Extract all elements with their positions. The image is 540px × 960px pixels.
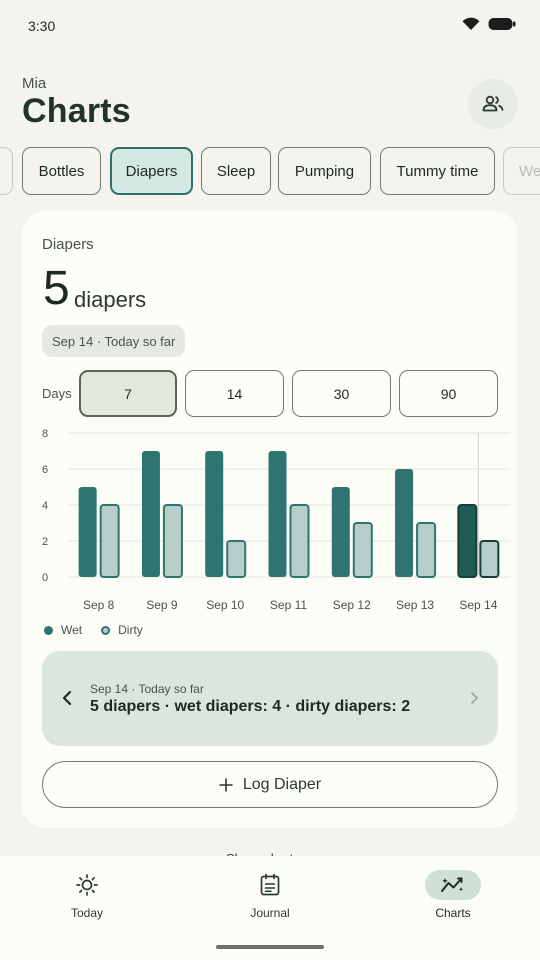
legend-dirty-label: Dirty xyxy=(118,623,143,637)
range-14-button[interactable]: 14 xyxy=(185,370,284,417)
detail-summary: 5 diapers · wet diapers: 4 · dirty diape… xyxy=(90,698,411,715)
people-icon xyxy=(482,95,504,112)
detail-date: Sep 14 · Today so far xyxy=(90,682,204,696)
card-label: Diapers xyxy=(42,236,94,253)
chart-legend: Wet Dirty xyxy=(44,623,143,637)
tab-sleep[interactable]: Sleep xyxy=(201,147,271,195)
nav-charts[interactable]: Charts xyxy=(403,870,503,920)
legend-wet-label: Wet xyxy=(61,623,83,637)
charts-icon xyxy=(425,870,481,900)
bar-dirty xyxy=(352,522,373,578)
x-tick-label: Sep 12 xyxy=(333,598,371,612)
journal-icon xyxy=(242,870,298,900)
profiles-button[interactable] xyxy=(468,79,518,129)
tab-weight[interactable]: We xyxy=(503,147,540,195)
tab-hidden[interactable] xyxy=(0,147,13,195)
nav-journal-label: Journal xyxy=(250,906,290,920)
x-tick-label: Sep 8 xyxy=(83,598,115,612)
category-tabs: Bottles Diapers Sleep Pumping Tummy time… xyxy=(0,147,540,197)
x-tick-label: Sep 11 xyxy=(270,598,307,612)
x-tick-label: Sep 13 xyxy=(396,598,434,612)
status-icons xyxy=(462,17,516,31)
chart-card: Diapers 5 diapers Sep 14 · Today so far … xyxy=(22,211,518,828)
bar-dirty xyxy=(289,504,310,578)
bar-dirty xyxy=(226,540,247,578)
total-unit: diapers xyxy=(74,287,147,312)
range-30-button[interactable]: 30 xyxy=(292,370,391,417)
bar-dirty xyxy=(416,522,437,578)
bottom-navigation: Today Journal Charts xyxy=(0,856,540,960)
tab-diapers[interactable]: Diapers xyxy=(110,147,193,195)
day-detail-card: Sep 14 · Today so far 5 diapers · wet di… xyxy=(42,651,498,746)
chevron-left-icon xyxy=(62,690,72,706)
y-tick-label: 6 xyxy=(42,464,48,476)
bar-wet xyxy=(395,469,414,577)
battery-icon xyxy=(488,18,516,30)
bar-wet xyxy=(268,451,287,577)
bar-dirty xyxy=(99,504,120,578)
home-indicator xyxy=(216,945,324,949)
wifi-icon xyxy=(462,17,480,30)
child-name: Mia xyxy=(22,75,47,92)
date-pill: Sep 14 · Today so far xyxy=(42,325,186,357)
log-diaper-label: Log Diaper xyxy=(242,775,322,793)
nav-today[interactable]: Today xyxy=(37,870,137,920)
bar-dirty xyxy=(479,540,500,578)
plus-icon xyxy=(219,777,233,792)
chevron-right-icon xyxy=(471,692,478,704)
total-count: 5 xyxy=(43,262,70,315)
sun-icon xyxy=(59,870,115,900)
tab-tummy-time[interactable]: Tummy time xyxy=(380,147,495,195)
status-time: 3:30 xyxy=(28,18,56,34)
page-title: Charts xyxy=(22,92,131,130)
next-day-button[interactable] xyxy=(464,687,484,709)
y-tick-label: 4 xyxy=(42,500,48,512)
y-tick-label: 0 xyxy=(42,572,48,584)
x-tick-label: Sep 10 xyxy=(206,598,244,612)
y-tick-label: 8 xyxy=(42,428,48,440)
status-bar: 3:30 xyxy=(0,0,540,52)
legend-dirty-swatch xyxy=(101,625,111,635)
bar-wet xyxy=(457,504,478,578)
range-90-button[interactable]: 90 xyxy=(399,370,498,417)
bar-wet xyxy=(78,487,97,577)
bar-wet xyxy=(331,487,350,577)
nav-journal[interactable]: Journal xyxy=(220,870,320,920)
bar-wet xyxy=(141,451,160,577)
days-label: Days xyxy=(42,386,72,401)
bar-dirty xyxy=(162,504,183,578)
bar-wet xyxy=(205,451,224,577)
legend-wet-swatch xyxy=(44,625,53,635)
x-tick-label: Sep 9 xyxy=(146,598,178,612)
log-diaper-button[interactable]: Log Diaper xyxy=(42,761,498,808)
nav-today-label: Today xyxy=(70,906,104,920)
diapers-bar-chart[interactable]: 0 2 4 6 8 Sep 8 Sep 9 Sep 10 Sep 11 Sep 12 Sep 13 S… xyxy=(34,423,514,628)
previous-day-button[interactable] xyxy=(58,687,78,709)
tab-bottles[interactable]: Bottles xyxy=(22,147,101,195)
y-tick-label: 2 xyxy=(42,536,48,548)
x-tick-label: Sep 14 xyxy=(459,598,497,612)
tab-pumping[interactable]: Pumping xyxy=(278,147,371,195)
range-7-button[interactable]: 7 xyxy=(79,370,177,417)
nav-charts-label: Charts xyxy=(435,906,471,920)
